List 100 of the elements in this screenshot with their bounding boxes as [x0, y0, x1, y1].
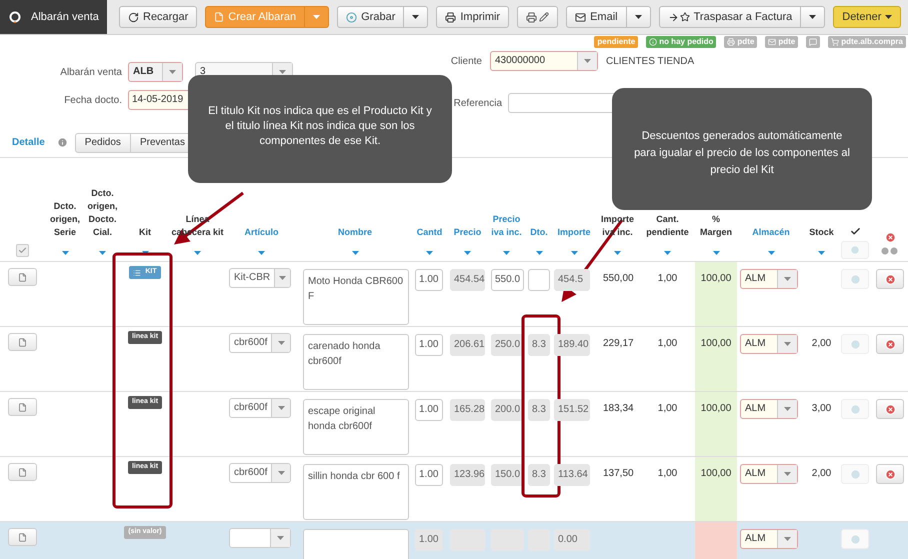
name-textarea[interactable]: carenado honda cbr600f: [303, 334, 409, 390]
check-icon: [850, 226, 860, 237]
column-header[interactable]: Nombre: [338, 226, 372, 239]
input-field[interactable]: 1.00: [415, 399, 443, 421]
input-field[interactable]: 206.61: [450, 334, 485, 356]
input-field[interactable]: 250.0: [491, 334, 524, 356]
column-header: Stock: [809, 226, 834, 239]
toolbar-button[interactable]: Grabar: [337, 6, 404, 28]
delete-button[interactable]: [876, 269, 904, 289]
margin-cell: 100,00: [695, 457, 737, 521]
input-field[interactable]: 8.3: [528, 464, 550, 486]
caret-icon: [809, 15, 816, 19]
arrow-star-icon: [668, 12, 690, 22]
pending-text: 1,00: [658, 403, 678, 414]
dropdown-toggle[interactable]: [626, 6, 651, 28]
info-icon: [56, 137, 68, 148]
input-field[interactable]: 165.28: [450, 399, 485, 421]
input-field[interactable]: 0.00: [554, 529, 590, 551]
store-select[interactable]: ALM: [740, 529, 798, 549]
input-field[interactable]: 123.96: [450, 464, 485, 486]
delete-icon: [884, 338, 896, 350]
input-field[interactable]: 454.54: [450, 269, 485, 291]
delete-icon: [884, 232, 896, 243]
dropdown-toggle[interactable]: [305, 6, 330, 28]
circle-icon: [850, 470, 860, 478]
name-textarea[interactable]: Moto Honda CBR600 F: [303, 269, 409, 325]
circle-icon: [850, 534, 860, 544]
filter-button[interactable]: Pedidos: [74, 132, 131, 152]
client-select[interactable]: 430000000: [490, 51, 598, 71]
article-select[interactable]: cbr600f: [229, 463, 291, 483]
select-all-checkbox[interactable]: [16, 244, 29, 257]
document-button[interactable]: [8, 528, 37, 546]
dropdown-toggle[interactable]: [801, 6, 826, 28]
delete-icon: [884, 404, 896, 414]
toolbar-button[interactable]: Recargar: [119, 6, 198, 28]
delete-button[interactable]: [876, 464, 904, 484]
print-edit-button[interactable]: [517, 6, 558, 28]
series-select[interactable]: ALB: [128, 62, 183, 82]
column-header[interactable]: Cantd: [416, 226, 442, 239]
tab[interactable]: Detalle: [12, 135, 45, 150]
input-field[interactable]: 150.0: [491, 464, 524, 486]
input-field[interactable]: [528, 269, 550, 291]
document-button[interactable]: [8, 463, 37, 481]
caret-icon: [258, 251, 265, 255]
status-badge: pendiente: [594, 36, 638, 48]
dropdown-toggle[interactable]: [404, 6, 428, 28]
document-button[interactable]: [8, 268, 37, 286]
input-field[interactable]: 550.0: [491, 269, 524, 291]
document-icon: [18, 532, 27, 542]
input-field[interactable]: 8.3: [528, 334, 550, 356]
name-textarea[interactable]: sillin honda cbr 600 f: [303, 464, 409, 520]
article-select[interactable]: cbr600f: [229, 398, 291, 418]
column-header[interactable]: Dto.: [530, 226, 548, 239]
input-field[interactable]: 454.5: [554, 269, 590, 291]
document-button[interactable]: [8, 398, 37, 416]
input-field[interactable]: 1.00: [415, 529, 443, 551]
article-select[interactable]: [229, 528, 291, 548]
annotation-tooltip: Descuentos generados automáticamente para igualar el precio de los componentes al precio del Kit: [612, 88, 872, 210]
caret-icon: [885, 15, 892, 19]
store-select[interactable]: ALM: [740, 399, 798, 419]
document-button[interactable]: [8, 333, 37, 351]
article-select[interactable]: cbr600f: [229, 333, 291, 353]
input-field[interactable]: 1.00: [415, 464, 443, 486]
column-header[interactable]: Importe: [557, 226, 590, 239]
input-field[interactable]: 8.3: [528, 399, 550, 421]
input-field[interactable]: 189.40: [554, 334, 590, 356]
caret-icon: [664, 251, 671, 255]
delete-button[interactable]: [876, 399, 904, 419]
toolbar-button[interactable]: Detener: [833, 6, 902, 28]
caret-icon: [278, 471, 285, 475]
store-select[interactable]: ALM: [740, 334, 798, 354]
toolbar-button[interactable]: Email: [566, 6, 627, 28]
name-textarea[interactable]: escape original honda cbr600f: [303, 399, 409, 455]
status-badge: pdte: [765, 36, 798, 48]
document-icon: [214, 12, 224, 22]
input-field[interactable]: 1.00: [415, 269, 443, 291]
name-textarea[interactable]: [303, 529, 409, 559]
input-field[interactable]: 151.52: [554, 399, 590, 421]
input-field[interactable]: 200.0: [491, 399, 524, 421]
column-header[interactable]: Precio iva inc.: [488, 213, 525, 239]
store-select[interactable]: ALM: [740, 464, 798, 484]
article-select[interactable]: Kit-CBR: [229, 268, 291, 288]
delete-icon: [884, 274, 896, 284]
store-select[interactable]: ALM: [740, 269, 798, 289]
caret-icon: [279, 276, 286, 280]
column-header[interactable]: Precio: [454, 226, 482, 239]
column-header[interactable]: Almacén: [752, 226, 790, 239]
refresh-icon: [128, 12, 139, 22]
delete-button[interactable]: [876, 334, 904, 354]
toolbar-button[interactable]: Traspasar a Factura: [658, 6, 802, 28]
logo-icon: [9, 11, 21, 23]
input-field[interactable]: 113.64: [554, 464, 590, 486]
caret-icon: [784, 472, 791, 476]
input-field[interactable]: 1.00: [415, 334, 443, 356]
caret-icon: [169, 70, 176, 74]
caret-icon: [784, 407, 791, 411]
amount-text: 550,00: [603, 273, 634, 284]
toolbar-button[interactable]: Imprimir: [436, 6, 510, 28]
column-header[interactable]: Artículo: [244, 226, 278, 239]
delete-icon: [884, 468, 896, 480]
